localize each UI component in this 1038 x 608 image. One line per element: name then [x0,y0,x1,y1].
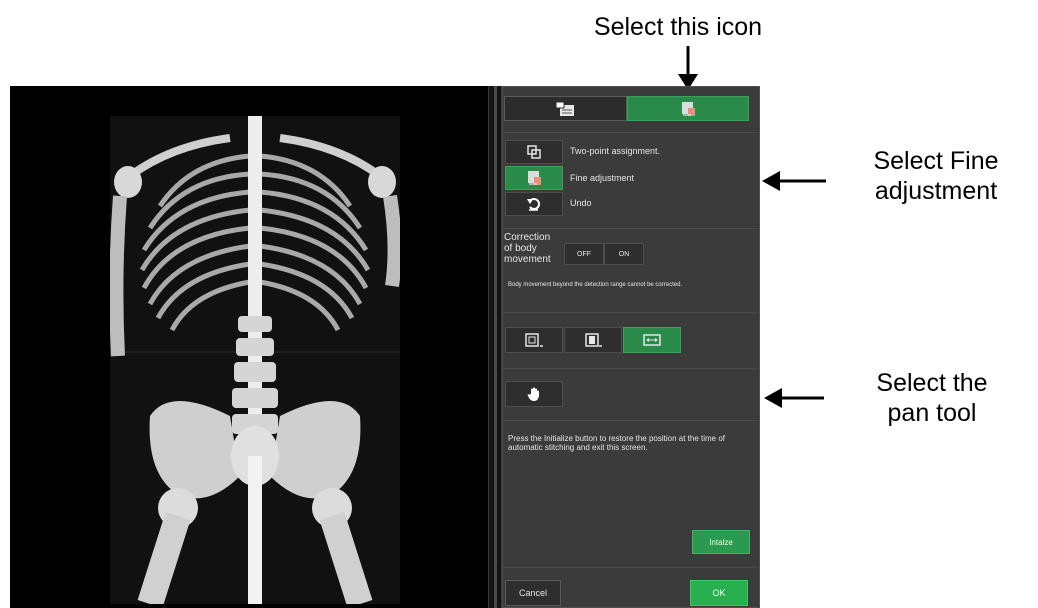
undo-button[interactable] [505,192,563,216]
fit-width-icon [643,334,661,346]
tab-auto-stitch[interactable] [504,96,627,121]
view-left-button[interactable] [505,327,563,353]
fine-adjustment-label: Fine adjustment [570,173,635,183]
callout-pan-tool: Select the pan tool [876,369,988,427]
hand-icon [527,387,539,401]
body-movement-note: Body movement beyond the detection range… [508,282,683,288]
mode-tabs [504,96,749,121]
ok-button[interactable]: OK [690,580,748,606]
control-panel: Two-point assignment. Fine adjustment Un… [502,86,760,608]
splitter-handle[interactable] [494,86,497,608]
auto-stitch-icon [555,101,575,116]
undo-label: Undo [570,198,592,208]
fine-adjust-icon [528,171,541,185]
pan-tool-button[interactable] [505,381,563,407]
undo-icon [527,198,540,211]
two-point-icon [527,145,541,159]
separator [502,368,760,369]
frame-left-icon [525,333,543,347]
body-movement-off-button[interactable]: OFF [564,243,604,265]
separator [502,132,760,133]
separator [502,567,760,568]
cancel-button[interactable]: Cancel [505,580,561,606]
body-movement-label: Correction of body movement [504,232,551,265]
separator [502,312,760,313]
initialize-button[interactable]: Intalze [692,530,750,554]
separator [502,420,760,421]
two-point-assignment-label: Two-point assignment. [570,146,661,156]
callout-select-icon: Select this icon [593,13,763,41]
initialize-note: Press the Initialize button to restore t… [508,434,726,452]
separator [502,228,760,229]
arrow-left-icon [762,171,826,191]
two-point-assignment-button[interactable] [505,140,563,164]
body-movement-on-button[interactable]: ON [604,243,644,265]
frame-center-icon [585,333,602,347]
splitter[interactable] [488,86,502,608]
view-center-button[interactable] [564,327,622,353]
image-viewer[interactable] [10,86,488,608]
manual-adjust-icon [681,101,695,116]
callout-fine-adjustment: Select Fine adjustment [873,147,999,205]
stitched-xray-image [110,116,400,604]
fine-adjustment-button[interactable] [505,166,563,190]
tab-manual-adjust[interactable] [626,96,749,121]
arrow-left-icon [764,388,824,408]
view-fit-button[interactable] [623,327,681,353]
